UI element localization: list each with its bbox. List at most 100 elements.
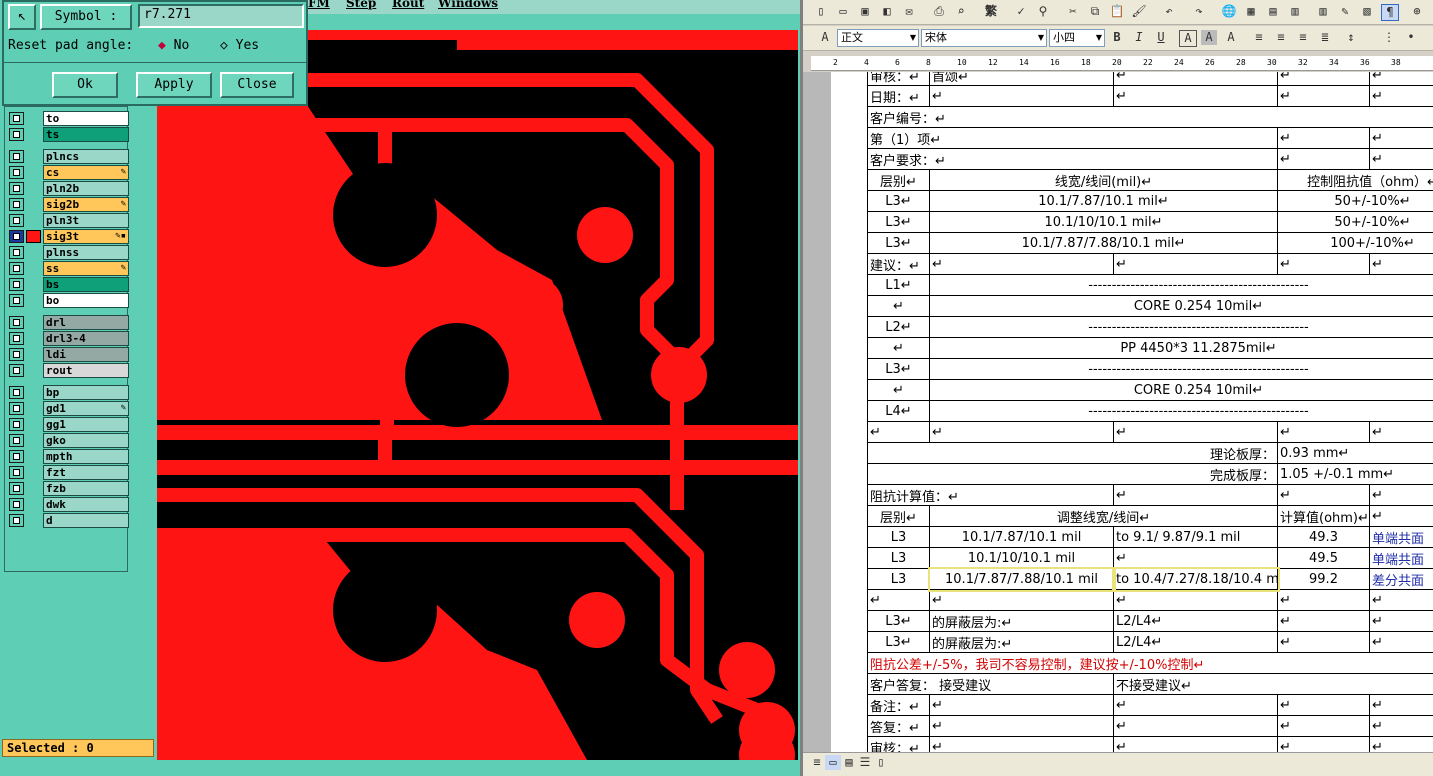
new-doc-icon[interactable]: ▯ bbox=[813, 4, 829, 19]
table-cell[interactable]: ↵ bbox=[1369, 148, 1433, 170]
table-cell[interactable]: 客户答复： 接受建议 bbox=[867, 673, 1114, 695]
table-cell[interactable]: ↵ bbox=[1113, 694, 1278, 716]
layer-name[interactable]: to bbox=[43, 111, 129, 126]
layer-row-bo[interactable]: bo bbox=[9, 293, 129, 308]
table-cell[interactable]: 线宽/线间(mil)↵ bbox=[929, 169, 1278, 191]
table-cell[interactable]: ↵ bbox=[929, 421, 1114, 443]
underline-icon[interactable]: U bbox=[1153, 30, 1169, 45]
table-cell[interactable]: ↵ bbox=[929, 715, 1114, 737]
table-cell[interactable]: L3 bbox=[867, 547, 930, 569]
layer-checkbox[interactable] bbox=[9, 294, 24, 307]
pcb-canvas[interactable] bbox=[157, 30, 798, 760]
table-cell[interactable]: 备注：↵ bbox=[867, 694, 930, 716]
layer-row-ts[interactable]: ts bbox=[9, 127, 129, 142]
table-cell[interactable]: ↵ bbox=[1113, 589, 1278, 611]
table-cell[interactable]: to 10.4/7.27/8.18/10.4 mil bbox=[1111, 566, 1280, 592]
table-cell[interactable]: ↵ bbox=[1369, 484, 1433, 506]
layer-checkbox[interactable] bbox=[9, 482, 24, 495]
table-cell[interactable]: ↵ bbox=[1369, 694, 1433, 716]
layer-name[interactable]: ss ✎ bbox=[43, 261, 129, 276]
table-cell[interactable]: ↵ bbox=[1369, 127, 1433, 149]
layer-checkbox[interactable] bbox=[9, 364, 24, 377]
table-cell[interactable]: ↵ bbox=[1113, 547, 1278, 569]
layer-row-ss[interactable]: ss ✎ bbox=[9, 261, 129, 276]
table-cell[interactable]: ↵ bbox=[929, 85, 1114, 107]
layer-name[interactable]: pln3t bbox=[43, 213, 129, 228]
table-cell[interactable]: ↵ bbox=[1277, 72, 1370, 86]
radio-no[interactable]: ◆ No bbox=[158, 38, 189, 53]
table-cell[interactable]: 10.1/10/10.1 mil↵ bbox=[929, 211, 1278, 233]
table-cell[interactable]: 客户要求：↵ bbox=[867, 148, 1278, 170]
align-left-icon[interactable]: ≡ bbox=[1251, 30, 1267, 45]
table-cell[interactable]: ↵ bbox=[1113, 715, 1278, 737]
table-cell[interactable]: L3↵ bbox=[867, 190, 930, 212]
layer-checkbox[interactable] bbox=[9, 230, 24, 243]
table-cell[interactable]: ↵ bbox=[1369, 610, 1433, 632]
table-cell[interactable]: ↵ bbox=[1369, 253, 1433, 275]
table-cell[interactable]: 层别↵ bbox=[867, 169, 930, 191]
numbering-icon[interactable]: ⋮ bbox=[1381, 30, 1397, 45]
layer-name[interactable]: plncs bbox=[43, 149, 129, 164]
layer-row-dwk[interactable]: dwk bbox=[9, 497, 129, 512]
layer-name[interactable]: dwk bbox=[43, 497, 129, 512]
layer-name[interactable]: plnss bbox=[43, 245, 129, 260]
line-spacing-icon[interactable]: ↕ bbox=[1343, 30, 1359, 45]
layer-checkbox[interactable] bbox=[9, 386, 24, 399]
apply-button[interactable]: Apply bbox=[136, 72, 212, 98]
table-cell[interactable]: 审核：↵ bbox=[867, 72, 930, 86]
table-cell[interactable]: ↵ bbox=[1277, 148, 1370, 170]
table-cell[interactable]: 理论板厚： bbox=[867, 442, 1278, 464]
table-cell[interactable]: ↵ bbox=[1369, 85, 1433, 107]
save-icon[interactable]: ▣ bbox=[857, 4, 873, 19]
font-combo[interactable]: 宋体 ▼ bbox=[921, 29, 1047, 47]
layer-checkbox[interactable] bbox=[9, 498, 24, 511]
justify-icon[interactable]: ≣ bbox=[1317, 30, 1333, 45]
table-cell[interactable]: L3↵ bbox=[867, 358, 930, 380]
table-cell[interactable]: ↵ bbox=[1113, 85, 1278, 107]
table-cell[interactable]: L3↵ bbox=[867, 232, 930, 254]
table-cell[interactable]: 1.05 +/-0.1 mm↵ bbox=[1277, 463, 1433, 485]
menu-step[interactable]: Step bbox=[346, 0, 376, 10]
table-cell[interactable]: 10.1/10/10.1 mil bbox=[929, 547, 1114, 569]
layer-row-plncs[interactable]: plncs bbox=[9, 149, 129, 164]
reading-view-icon[interactable]: ▯ bbox=[873, 755, 889, 770]
drawing-icon[interactable]: ✎ bbox=[1337, 4, 1353, 19]
table-cell[interactable]: 计算值(ohm)↵ bbox=[1277, 505, 1370, 527]
select-arrow-icon[interactable]: ↖ bbox=[8, 4, 36, 30]
char-shading-icon[interactable]: A bbox=[1201, 30, 1217, 45]
table-cell[interactable]: 单端共面 bbox=[1369, 547, 1433, 569]
table-cell[interactable]: 客户编号：↵ bbox=[867, 106, 1433, 128]
table-cell[interactable]: ↵ bbox=[1369, 589, 1433, 611]
table-cell[interactable]: ↵ bbox=[929, 694, 1114, 716]
table-cell[interactable]: 0.93 mm↵ bbox=[1277, 442, 1433, 464]
table-cell[interactable]: 完成板厚： bbox=[867, 463, 1278, 485]
table-cell[interactable]: 10.1/7.87/10.1 mil↵ bbox=[929, 190, 1278, 212]
layer-checkbox[interactable] bbox=[9, 332, 24, 345]
layer-checkbox[interactable] bbox=[9, 402, 24, 415]
table-cell[interactable]: ↵ bbox=[867, 295, 930, 317]
hyperlink-icon[interactable]: 🌐 bbox=[1221, 4, 1237, 19]
table-cell[interactable]: 阻抗计算值：↵ bbox=[867, 484, 1114, 506]
layer-row-ldi[interactable]: ldi bbox=[9, 347, 129, 362]
table-cell[interactable]: 控制阻抗值（ohm）↵ bbox=[1277, 169, 1433, 191]
layer-checkbox[interactable] bbox=[9, 214, 24, 227]
layer-checkbox[interactable] bbox=[9, 166, 24, 179]
layer-row-pln3t[interactable]: pln3t bbox=[9, 213, 129, 228]
table-cell[interactable]: PP 4450*3 11.2875mil↵ bbox=[929, 337, 1433, 359]
layer-row-d[interactable]: d bbox=[9, 513, 129, 528]
layer-checkbox[interactable] bbox=[9, 128, 24, 141]
layer-checkbox[interactable] bbox=[9, 198, 24, 211]
table-cell[interactable]: ↵ bbox=[929, 589, 1114, 611]
font-size-combo[interactable]: 小四 ▼ bbox=[1049, 29, 1105, 47]
layer-row-fzt[interactable]: fzt bbox=[9, 465, 129, 480]
layer-checkbox[interactable] bbox=[9, 246, 24, 259]
layer-row-gko[interactable]: gko bbox=[9, 433, 129, 448]
table-cell[interactable]: 49.5 bbox=[1277, 547, 1370, 569]
show-hide-icon[interactable]: ¶ bbox=[1381, 4, 1399, 21]
layer-name[interactable]: drl3-4 bbox=[43, 331, 129, 346]
table-cell[interactable]: L2/L4↵ bbox=[1113, 631, 1278, 653]
layer-name[interactable]: mpth bbox=[43, 449, 129, 464]
table-cell[interactable]: ----------------------------------------… bbox=[929, 400, 1433, 422]
table-cell[interactable]: L2↵ bbox=[867, 316, 930, 338]
traditional-chinese-icon[interactable]: 繁 bbox=[983, 4, 999, 19]
